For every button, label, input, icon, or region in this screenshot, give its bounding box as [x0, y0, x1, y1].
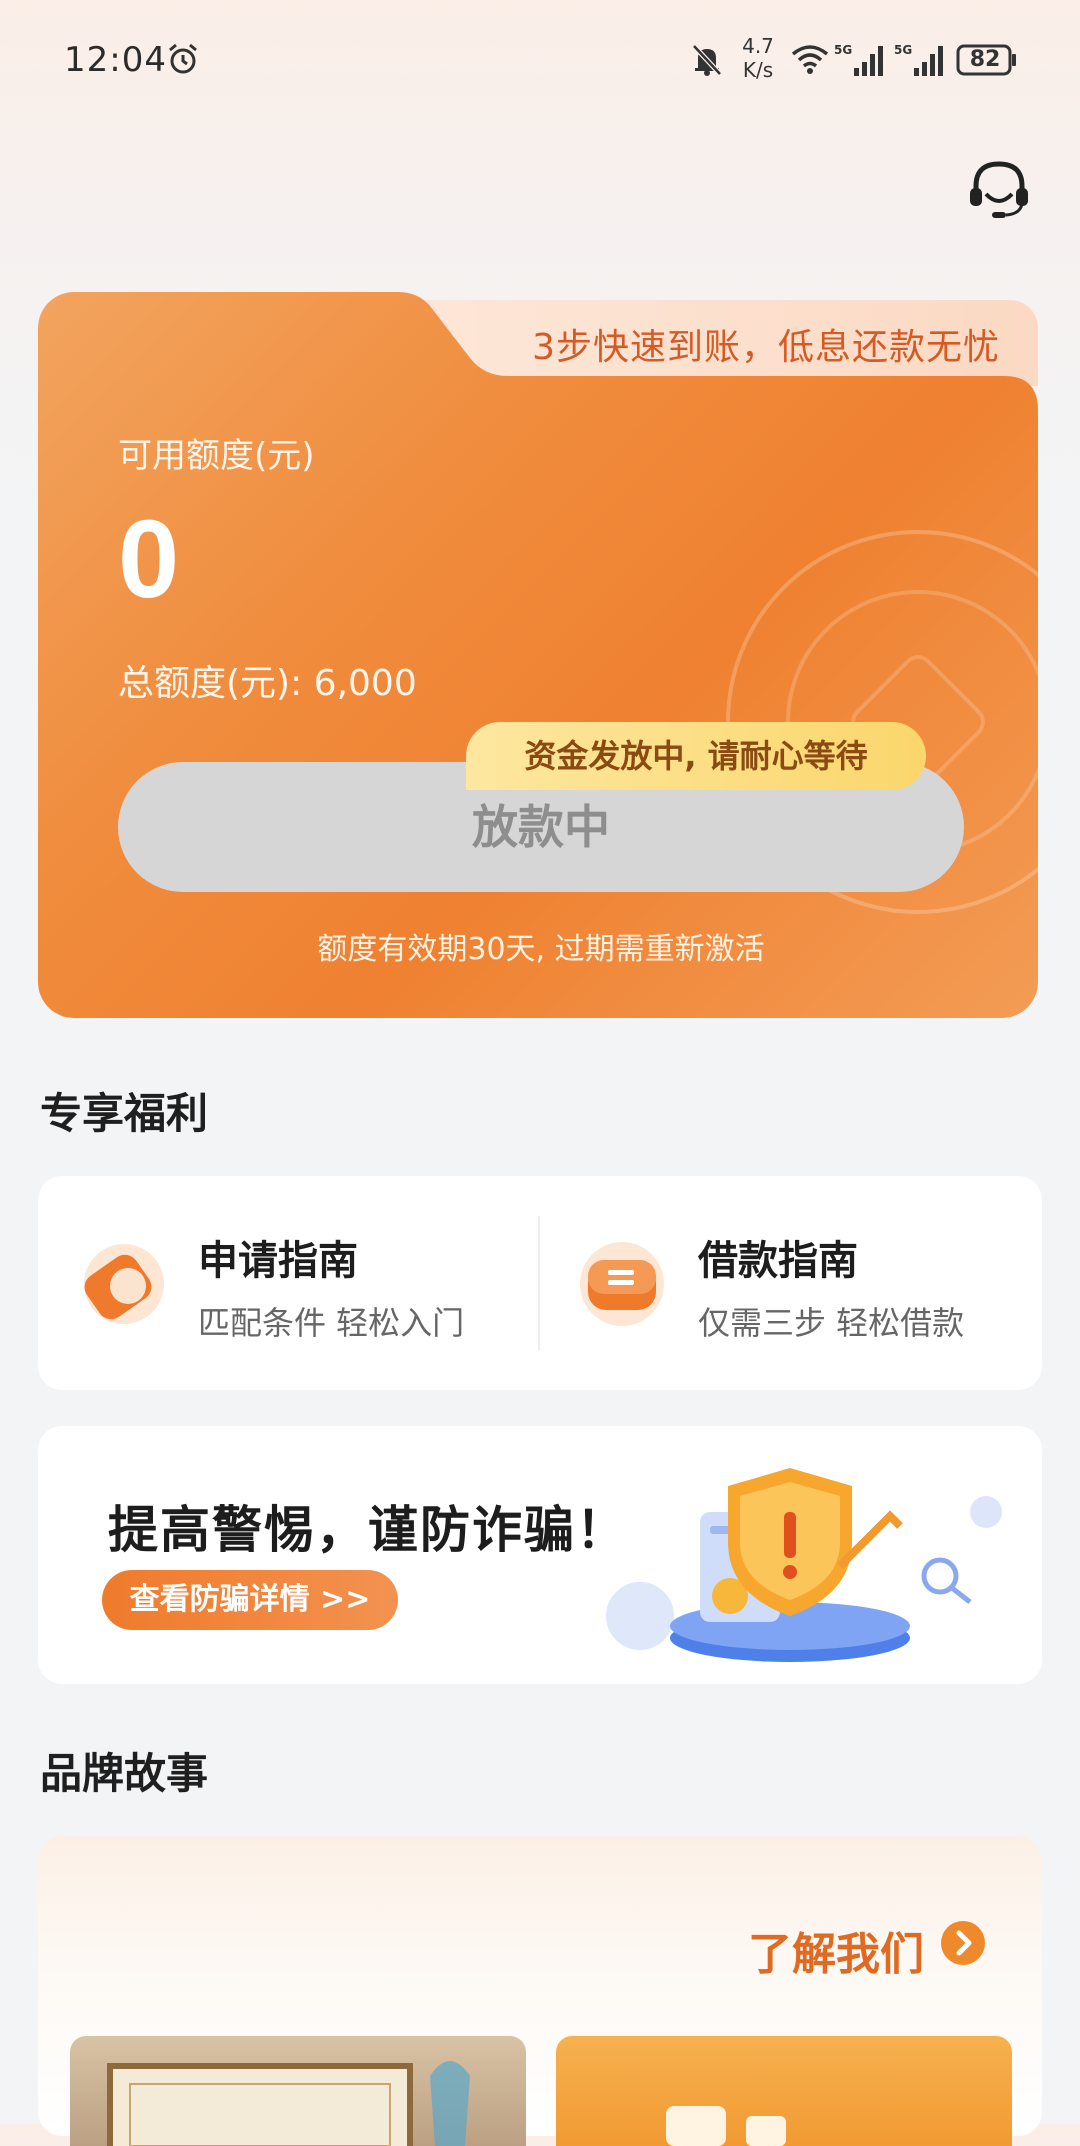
anti-fraud-title: 提高警惕，谨防诈骗！	[108, 1501, 628, 1559]
disbursing-tooltip: 资金发放中, 请耐心等待	[466, 722, 926, 790]
benefit-subtitle: 仅需三步 轻松借款	[698, 1304, 965, 1342]
battery-level: 82	[969, 47, 1001, 72]
net-speed-unit: K/s	[742, 58, 774, 82]
benefit-divider	[538, 1216, 540, 1350]
bell-off-icon	[692, 44, 722, 76]
svg-text:5G: 5G	[834, 43, 852, 57]
wifi-icon	[791, 45, 829, 74]
total-credit: 总额度(元): 6,000	[118, 663, 417, 704]
signal-5g-icon: 5G	[894, 43, 943, 76]
compass-icon	[84, 1244, 164, 1324]
benefit-subtitle: 匹配条件 轻松入门	[198, 1304, 465, 1342]
validity-note: 额度有效期30天, 过期需重新激活	[317, 932, 765, 967]
network-speed: 4.7 K/s	[738, 34, 778, 82]
card-tab-slogan: 3步快速到账，低息还款无忧	[532, 327, 1000, 368]
anti-fraud-details-button[interactable]: 查看防骗详情 >>	[102, 1570, 398, 1630]
about-us-link[interactable]: 了解我们	[748, 1918, 924, 1982]
available-credit-label: 可用额度(元)	[118, 436, 315, 476]
benefit-title: 借款指南	[698, 1238, 858, 1284]
certificate-thumbnail[interactable]	[70, 2036, 526, 2146]
status-bar: 12:04 4.7 K/s 5G 5G 82	[0, 0, 1080, 120]
available-credit-value: 0	[118, 498, 180, 621]
benefits-title: 专享福利	[40, 1089, 209, 1138]
chevron-right-circle-icon[interactable]	[940, 1920, 986, 1966]
alarm-icon	[169, 43, 197, 74]
ticket-icon	[580, 1242, 664, 1326]
headset-icon[interactable]	[964, 156, 1034, 226]
benefit-title: 申请指南	[198, 1238, 358, 1284]
svg-text:5G: 5G	[894, 43, 912, 57]
status-time: 12:04	[64, 40, 167, 80]
signal-5g-icon: 5G	[834, 43, 883, 76]
net-speed-value: 4.7	[742, 34, 774, 58]
benefits-card	[38, 1176, 1042, 1390]
brand-thumbnail[interactable]	[556, 2036, 1012, 2146]
shield-warning-illustration	[606, 1468, 1002, 1662]
brand-story-title: 品牌故事	[40, 1749, 209, 1798]
